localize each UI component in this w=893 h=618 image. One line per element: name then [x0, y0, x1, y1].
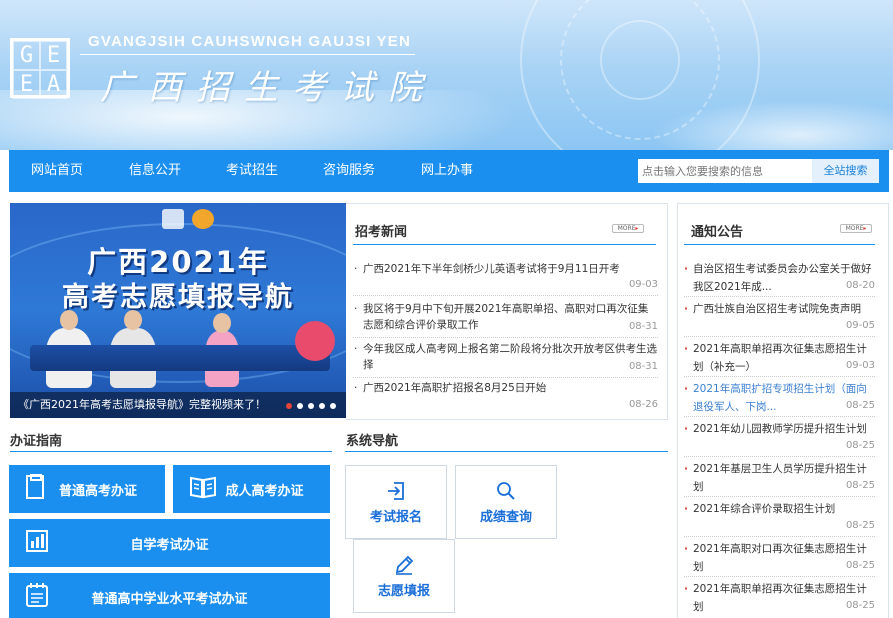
- notice-item[interactable]: 2021年基层卫生人员学历提升招生计划 08-25: [684, 460, 875, 497]
- notice-item-date: 09-03: [841, 357, 875, 375]
- nav-item-home[interactable]: 网站首页: [31, 150, 83, 192]
- news-item-date: 09-03: [628, 279, 658, 290]
- notice-item-date: 09-05: [841, 317, 875, 335]
- news-item-text: 我区将于9月中下旬开展2021年高职单招、高职对口再次征集志愿和综合评价录取工作: [353, 301, 658, 333]
- tile-exam-registration[interactable]: 考试报名: [345, 465, 447, 539]
- news-item-text: 今年我区成人高考网上报名第二阶段将分批次开放考区供考生选择: [353, 341, 658, 373]
- notice-item-date: 08-20: [841, 277, 875, 295]
- guide-button-adult[interactable]: 成人高考办证: [173, 465, 330, 513]
- guide-button-label: 普通高中学业水平考试办证: [91, 591, 248, 607]
- banner-balloon: [295, 321, 335, 361]
- notice-item[interactable]: 2021年高职单招再次征集志愿招生计划（补充一） 09-03: [684, 340, 875, 377]
- banner-logos: [162, 209, 232, 231]
- logo-letter: A: [40, 70, 67, 99]
- news-item[interactable]: 广西2021年下半年剑桥少儿英语考试将于9月11日开考 09-03: [353, 261, 658, 296]
- more-label: MORE: [617, 225, 636, 232]
- notice-item-text: 2021年幼儿园教师学历提升招生计划: [684, 420, 875, 438]
- guide-button-academic-level[interactable]: 普通高中学业水平考试办证: [9, 573, 330, 618]
- book-icon: [189, 475, 217, 503]
- banner-subheadline: 高考志愿填报导航: [62, 282, 294, 313]
- news-more-button[interactable]: MORE▸: [612, 224, 644, 233]
- nav-item-exam[interactable]: 考试招生: [226, 150, 278, 192]
- notice-item[interactable]: 2021年高职单招再次征集志愿招生计划 08-25: [684, 580, 875, 616]
- nav-item-online[interactable]: 网上办事: [421, 150, 473, 192]
- site-logo[interactable]: G E E A: [10, 38, 70, 99]
- guide-title-rule: [10, 451, 332, 452]
- pencil-icon: [393, 554, 415, 576]
- carousel-dot[interactable]: [286, 403, 292, 409]
- header-cloud: [650, 100, 893, 150]
- tile-score-query[interactable]: 成绩查询: [455, 465, 557, 539]
- arrow-right-icon: ▸: [635, 225, 639, 232]
- news-item[interactable]: 我区将于9月中下旬开展2021年高职单招、高职对口再次征集志愿和综合评价录取工作…: [353, 301, 658, 338]
- carousel-dots: [286, 403, 336, 409]
- guide-button-gaokao[interactable]: 普通高考办证: [9, 465, 165, 513]
- tile-label: 志愿填报: [377, 584, 430, 599]
- search-input[interactable]: [638, 159, 812, 183]
- notice-item-date: 08-25: [841, 477, 875, 495]
- notice-item[interactable]: 2021年高职对口再次征集志愿招生计划 08-25: [684, 540, 875, 577]
- notice-item[interactable]: 2021年高职扩招专项招生计划（面向退役军人、下岗... 08-25: [684, 380, 875, 417]
- logo-letter: G: [13, 41, 40, 70]
- news-item-date: 08-26: [628, 399, 658, 410]
- news-item-date: 08-31: [628, 321, 658, 332]
- notice-item[interactable]: 广西壮族自治区招生考试院免责声明 09-05: [684, 300, 875, 337]
- checklist-icon: [25, 582, 49, 612]
- news-item[interactable]: 广西2021年高职扩招报名8月25日开始 08-26: [353, 380, 658, 415]
- tile-volunteer-application[interactable]: 志愿填报: [353, 539, 455, 613]
- guide-button-label: 自学考试办证: [130, 537, 209, 553]
- news-item-date: 08-31: [628, 361, 658, 372]
- guide-title: 办证指南: [10, 434, 63, 449]
- guide-button-self-study[interactable]: 自学考试办证: [9, 519, 330, 567]
- carousel-dot[interactable]: [297, 403, 303, 409]
- news-item-text: 广西2021年下半年剑桥少儿英语考试将于9月11日开考: [353, 261, 658, 277]
- arrow-right-icon: ▸: [863, 225, 867, 232]
- more-label: MORE: [845, 225, 864, 232]
- system-nav-title-rule: [345, 451, 668, 452]
- notice-item-text: 2021年综合评价录取招生计划: [684, 500, 875, 518]
- notice-item-text: 广西壮族自治区招生考试院免责声明: [684, 300, 875, 318]
- notice-title: 通知公告: [691, 225, 744, 240]
- news-title-rule: [353, 244, 656, 245]
- notice-item-date: 08-25: [841, 517, 875, 535]
- notice-item[interactable]: 2021年综合评价录取招生计划 08-25: [684, 500, 875, 537]
- carousel-dot[interactable]: [330, 403, 336, 409]
- tile-label: 考试报名: [369, 510, 422, 525]
- notice-item-date: 08-25: [841, 437, 875, 455]
- search-icon: [495, 480, 517, 502]
- news-title: 招考新闻: [355, 225, 408, 240]
- notice-item[interactable]: 2021年幼儿园教师学历提升招生计划 08-25: [684, 420, 875, 457]
- guide-button-label: 普通高考办证: [58, 483, 137, 499]
- search-button[interactable]: 全站搜索: [812, 159, 879, 183]
- news-item-text: 广西2021年高职扩招报名8月25日开始: [353, 380, 658, 396]
- site-header: G E E A GVANGJSIH CAUHSWNGH GAUJSI YEN 广…: [0, 0, 893, 150]
- news-item[interactable]: 今年我区成人高考网上报名第二阶段将分批次开放考区供考生选择 08-31: [353, 341, 658, 378]
- tile-label: 成绩查询: [479, 510, 532, 525]
- carousel-dot[interactable]: [308, 403, 314, 409]
- logo-letter: E: [40, 41, 67, 70]
- site-name-en: GVANGJSIH CAUHSWNGH GAUJSI YEN: [88, 33, 411, 50]
- banner-desk: [30, 345, 330, 371]
- site-name-cn: 广西招生考试院: [100, 68, 436, 108]
- header-decoration: [600, 20, 680, 100]
- main-nav: 网站首页 信息公开 考试招生 咨询服务 网上办事 全站搜索: [9, 150, 889, 192]
- nav-item-info[interactable]: 信息公开: [129, 150, 181, 192]
- login-icon: [385, 480, 407, 502]
- notice-item-date: 08-25: [841, 597, 875, 615]
- banner-carousel[interactable]: 广西2021年 高考志愿填报导航 《广西2021年高考志愿填报导航》完整视频来了…: [10, 203, 346, 418]
- nav-item-consult[interactable]: 咨询服务: [323, 150, 375, 192]
- bar-chart-icon: [25, 529, 49, 557]
- logo-letter: E: [13, 70, 40, 99]
- notice-item-date: 08-25: [841, 557, 875, 575]
- notice-item[interactable]: 自治区招生考试委员会办公室关于做好我区2021年成... 08-20: [684, 260, 875, 297]
- document-icon: [25, 473, 47, 504]
- system-nav-title: 系统导航: [346, 434, 399, 449]
- carousel-dot[interactable]: [319, 403, 325, 409]
- notice-item-date: 08-25: [841, 397, 875, 415]
- notice-title-rule: [684, 244, 875, 245]
- header-divider: [80, 54, 415, 55]
- notice-more-button[interactable]: MORE▸: [840, 224, 872, 233]
